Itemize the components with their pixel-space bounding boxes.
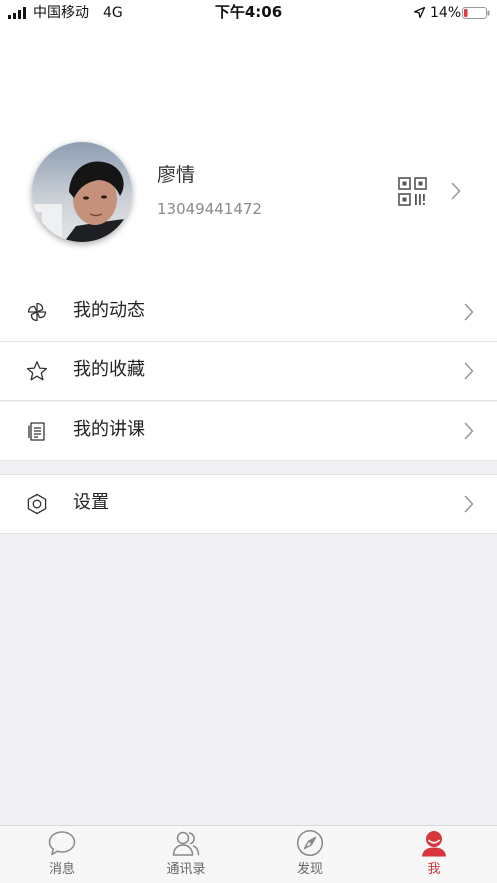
chevron-right-icon: [464, 495, 474, 513]
chevron-right-icon: [464, 362, 474, 380]
profile-phone: 13049441472: [157, 200, 262, 218]
profile-name: 廖情: [157, 164, 196, 186]
tab-label: 我: [427, 862, 441, 877]
menu-item-label: 我的讲课: [73, 419, 145, 440]
tab-bar: 消息 通讯录 发现 我: [0, 825, 497, 883]
chat-bubble-icon: [48, 831, 76, 856]
user-icon: [422, 831, 446, 857]
tab-label: 发现: [296, 862, 323, 877]
menu-item-my-moments[interactable]: 我的动态: [0, 283, 497, 342]
chevron-right-icon: [451, 182, 461, 200]
location-arrow-icon: [414, 7, 425, 18]
avatar[interactable]: [32, 142, 132, 242]
menu-item-label: 设置: [73, 492, 109, 513]
compass-icon: [296, 829, 324, 857]
menu-item-settings[interactable]: 设置: [0, 474, 497, 534]
tab-label: 通讯录: [166, 862, 206, 877]
pinwheel-icon: [27, 302, 47, 322]
tab-label: 消息: [48, 862, 75, 877]
menu-item-label: 我的动态: [73, 300, 145, 321]
chevron-right-icon: [464, 422, 474, 440]
battery-icon: [462, 7, 490, 19]
contacts-icon: [172, 831, 200, 856]
tab-discover[interactable]: 发现: [248, 826, 372, 883]
menu-item-my-lectures[interactable]: 我的讲课: [0, 402, 497, 461]
star-icon: [26, 361, 48, 381]
tab-me[interactable]: 我: [372, 826, 496, 883]
tab-messages[interactable]: 消息: [0, 826, 124, 883]
tab-contacts[interactable]: 通讯录: [124, 826, 248, 883]
settings-hexagon-icon: [27, 493, 47, 515]
status-bar: 中国移动 4G 下午4:06 14%: [0, 0, 497, 26]
battery-percent: 14%: [430, 5, 462, 21]
document-icon: [28, 422, 45, 441]
menu-item-label: 我的收藏: [73, 359, 145, 380]
profile-page: 中国移动 4G 下午4:06 14% 廖情 13049441472 我的动态 我…: [0, 0, 497, 883]
menu-item-my-favorites[interactable]: 我的收藏: [0, 342, 497, 401]
qr-code-icon[interactable]: [398, 177, 427, 206]
chevron-right-icon: [464, 303, 474, 321]
